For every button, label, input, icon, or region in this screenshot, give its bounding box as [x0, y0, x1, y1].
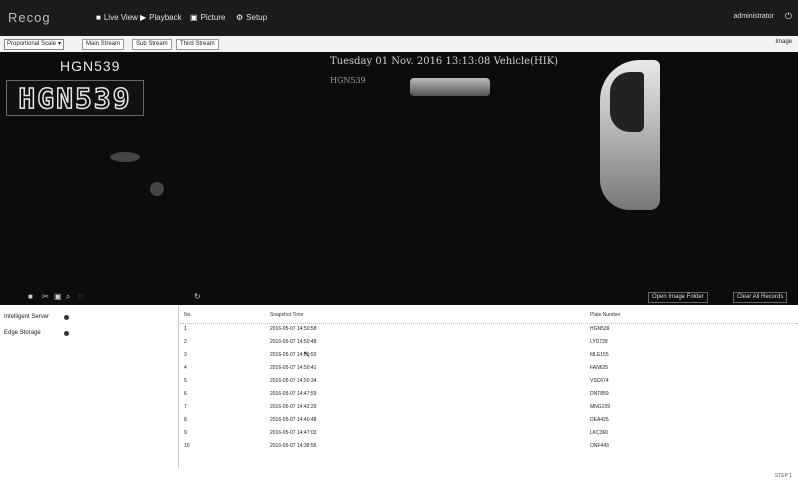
main-stream-button[interactable]: Main Stream — [82, 39, 125, 50]
clear-records-button[interactable]: Clear All Records — [733, 292, 788, 303]
header-snapshot-time[interactable]: Snapshot Time — [270, 312, 303, 318]
osd-datetime: Tuesday 01 Nov. 2016 13:13:08 Vehicle(HI… — [330, 56, 559, 67]
top-nav-bar: Recog ■ Live View ▶ Playback ▣ Picture ⚙… — [0, 0, 798, 36]
video-noise — [110, 152, 140, 162]
status-dot-icon — [64, 314, 69, 320]
third-stream-button[interactable]: Third Stream — [176, 39, 219, 50]
eye-icon: ■ — [96, 13, 101, 22]
video-noise — [150, 182, 164, 196]
storage-panel: Intelligent Server Edge Storage — [0, 306, 179, 468]
table-row[interactable]: 7 2016-05-07 14:42:29 MNG159 — [180, 404, 798, 416]
header-no[interactable]: No. — [184, 312, 192, 318]
plate-records-table: No. Snapshot Time Plate Number 1 2016-05… — [180, 306, 798, 466]
nav-playback-label: Playback — [149, 13, 182, 22]
app-logo: Recog — [8, 10, 51, 25]
chevron-down-icon: ▾ — [58, 41, 62, 47]
edge-storage-label: Edge Storage — [4, 330, 41, 336]
image-icon: ▣ — [190, 13, 198, 22]
vehicle-image — [410, 78, 490, 96]
nav-live-view[interactable]: ■ Live View — [96, 13, 138, 22]
table-header: No. Snapshot Time Plate Number — [180, 312, 798, 324]
footer-note: STEP 1 — [774, 473, 792, 479]
nav-setup[interactable]: ⚙ Setup — [236, 13, 267, 22]
gear-icon: ⚙ — [236, 13, 244, 22]
edge-storage-row[interactable]: Edge Storage — [4, 330, 69, 336]
stop-icon[interactable]: ■ — [28, 292, 33, 301]
header-plate-number[interactable]: Plate Number — [590, 312, 621, 318]
table-row[interactable]: 6 2016-05-07 14:47:59 DNT859 — [180, 391, 798, 403]
nav-picture-label: Picture — [200, 13, 226, 22]
sub-stream-button[interactable]: Sub Stream — [132, 39, 172, 50]
plate-crop-text: HGN539 — [18, 81, 132, 116]
osd-plate: HGN539 — [330, 76, 366, 85]
user-name[interactable]: administrator — [734, 13, 774, 20]
open-image-folder-button[interactable]: Open Image Folder — [648, 292, 708, 303]
table-row[interactable]: 1 2016-05-07 14:50:58 HGN539 — [180, 326, 798, 338]
intelligent-server-label: Intelligent Server — [4, 314, 50, 320]
nav-playback[interactable]: ▶ Playback — [140, 13, 182, 22]
nav-setup-label: Setup — [246, 13, 268, 22]
refresh-icon[interactable]: ↻ — [194, 292, 201, 301]
ratio-select-value: Proportional Scale — [7, 41, 57, 47]
mouse-cursor-icon: ↖ — [303, 349, 311, 359]
live-video-view[interactable]: HGN539 HGN539 Tuesday 01 Nov. 2016 13:13… — [0, 52, 798, 305]
stream-toolbar: Proportional Scale ▾ Main Stream Sub Str… — [0, 36, 798, 53]
table-row[interactable]: 10 2016-05-07 14:38:56 ONF443 — [180, 443, 798, 455]
table-row[interactable]: 9 2016-05-07 14:47:03 LKC360 — [180, 430, 798, 442]
table-row[interactable]: 4 2016-05-07 14:50:41 FAN625 — [180, 365, 798, 377]
table-row[interactable]: 3 2016-05-07 14:50:50 MLE155 — [180, 352, 798, 364]
nav-picture[interactable]: ▣ Picture — [190, 13, 225, 22]
logout-icon[interactable]: ⏻ — [785, 11, 792, 22]
video-control-row: ■ ✂ ▣ ⌕ ◌ ↻ Open Image Folder Clear All … — [0, 289, 798, 305]
capture-icon[interactable]: ✂ — [42, 292, 49, 301]
record-icon[interactable]: ▣ — [54, 292, 62, 301]
status-dot-icon — [64, 330, 69, 336]
table-row[interactable]: 5 2016-05-07 14:50:34 VSC674 — [180, 378, 798, 390]
ratio-select[interactable]: Proportional Scale ▾ — [4, 39, 65, 50]
zoom-icon[interactable]: ⌕ — [66, 292, 70, 302]
plate-number-text: HGN539 — [60, 58, 121, 74]
table-row[interactable]: 2 2016-05-07 14:50:48 LYD728 — [180, 339, 798, 351]
audio-icon[interactable]: ◌ — [78, 292, 83, 301]
film-icon: ▶ — [140, 13, 147, 22]
plate-crop-image: HGN539 — [6, 80, 144, 116]
intelligent-server-row[interactable]: Intelligent Server — [4, 314, 69, 320]
vehicle-window — [610, 72, 644, 132]
table-row[interactable]: 8 2016-05-07 14:40:48 DEA425 — [180, 417, 798, 429]
nav-live-view-label: Live View — [103, 13, 138, 22]
image-label[interactable]: Image — [775, 39, 792, 45]
